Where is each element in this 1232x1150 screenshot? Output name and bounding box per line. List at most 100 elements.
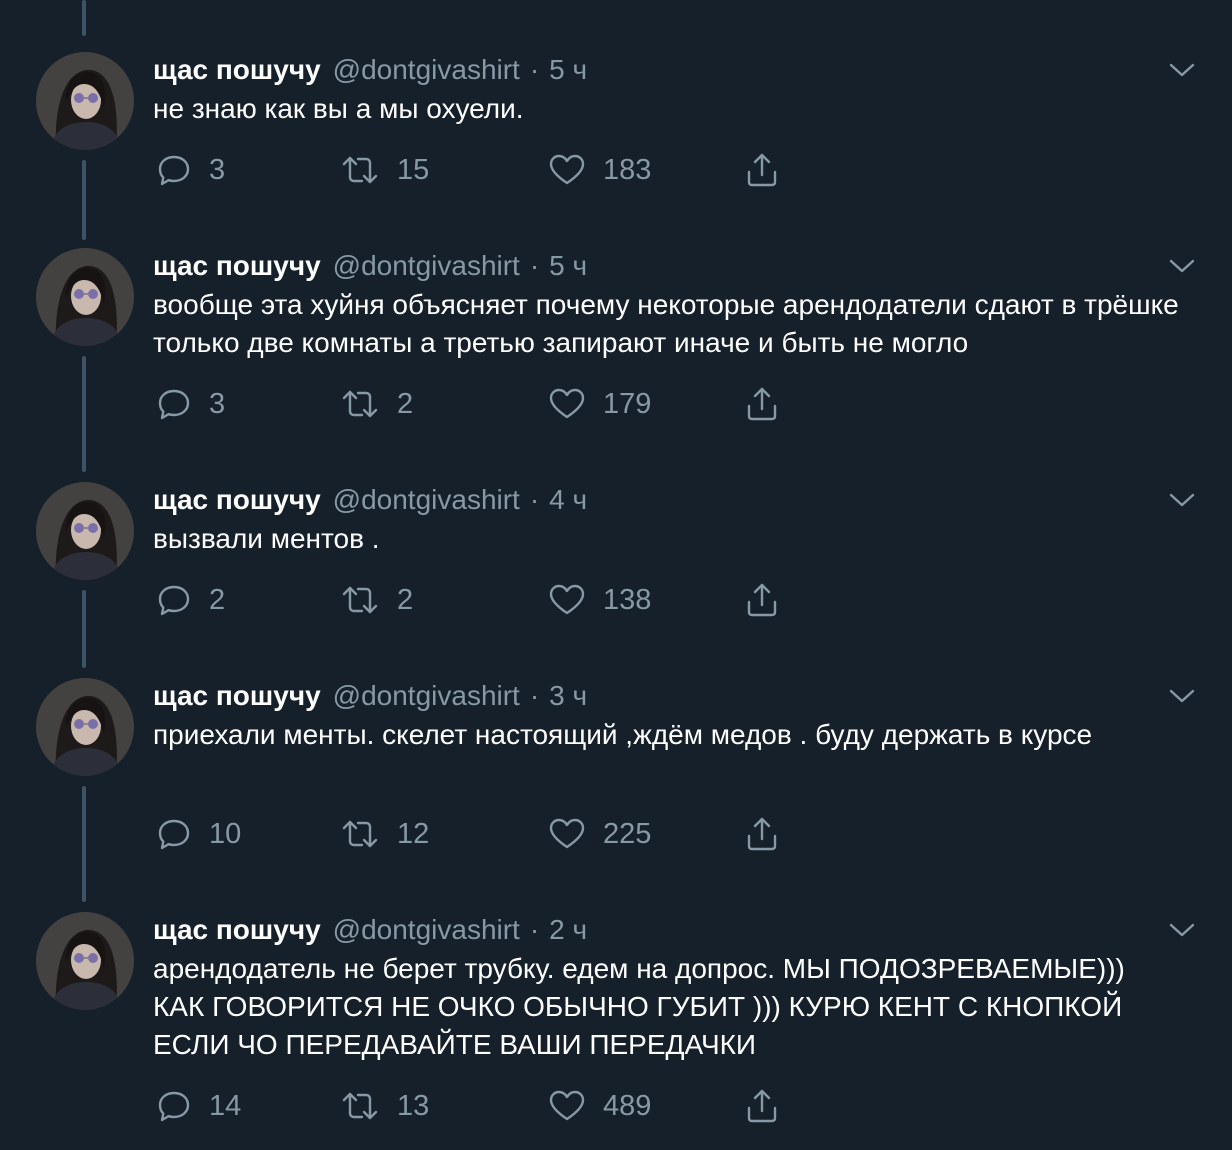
like-button[interactable]: 179 bbox=[549, 384, 651, 424]
timestamp[interactable]: 3 ч bbox=[549, 678, 587, 714]
tweet-text: приехали менты. скелет настоящий ,ждём м… bbox=[153, 719, 1093, 750]
reply-count: 10 bbox=[209, 817, 242, 850]
like-icon bbox=[549, 584, 585, 615]
user-handle[interactable]: @dontgivashirt bbox=[333, 482, 520, 518]
avatar[interactable] bbox=[36, 248, 134, 346]
display-name[interactable]: щас пошучу bbox=[153, 482, 321, 518]
share-icon bbox=[747, 153, 777, 187]
reply-icon bbox=[158, 389, 190, 420]
share-icon bbox=[747, 817, 777, 851]
display-name[interactable]: щас пошучу bbox=[153, 52, 321, 88]
user-handle[interactable]: @dontgivashirt bbox=[333, 248, 520, 284]
retweet-icon bbox=[342, 156, 378, 184]
avatar[interactable] bbox=[36, 52, 134, 150]
retweet-icon bbox=[342, 1092, 378, 1120]
avatar[interactable] bbox=[36, 678, 134, 776]
retweet-button[interactable]: 13 bbox=[341, 1086, 429, 1126]
tweet-header: щас пошучу @dontgivashirt · 5 ч bbox=[153, 52, 587, 88]
retweet-count: 2 bbox=[397, 387, 414, 420]
retweet-count: 12 bbox=[397, 817, 430, 850]
reply-button[interactable]: 2 bbox=[157, 580, 225, 620]
like-icon bbox=[549, 818, 585, 849]
retweet-icon bbox=[342, 820, 378, 848]
reply-button[interactable]: 3 bbox=[157, 150, 225, 190]
like-button[interactable]: 225 bbox=[549, 814, 651, 854]
like-count: 489 bbox=[603, 1089, 652, 1122]
avatar[interactable] bbox=[36, 482, 134, 580]
tweet[interactable]: щас пошучу @dontgivashirt · 5 ч не знаю … bbox=[0, 52, 1232, 202]
action-bar: 14 13 489 bbox=[153, 1086, 853, 1126]
like-count: 225 bbox=[603, 817, 652, 850]
share-icon bbox=[747, 583, 777, 617]
like-button[interactable]: 489 bbox=[549, 1086, 651, 1126]
user-handle[interactable]: @dontgivashirt bbox=[333, 52, 520, 88]
separator-dot: · bbox=[529, 914, 540, 945]
tweet[interactable]: щас пошучу @dontgivashirt · 2 ч арендода… bbox=[0, 912, 1232, 1140]
retweet-count: 2 bbox=[397, 583, 414, 616]
tweet-text: вообще эта хуйня объясняет почему некото… bbox=[153, 289, 1187, 358]
reply-button[interactable]: 10 bbox=[157, 814, 241, 854]
reply-count: 3 bbox=[209, 387, 226, 420]
avatar[interactable] bbox=[36, 912, 134, 1010]
tweet-text: вызвали ментов . bbox=[153, 523, 380, 554]
action-bar: 2 2 138 bbox=[153, 580, 853, 620]
like-button[interactable]: 138 bbox=[549, 580, 651, 620]
chevron-down-icon[interactable] bbox=[1168, 916, 1196, 944]
retweet-button[interactable]: 15 bbox=[341, 150, 429, 190]
retweet-count: 13 bbox=[397, 1089, 430, 1122]
retweet-count: 15 bbox=[397, 153, 430, 186]
like-icon bbox=[549, 1090, 585, 1121]
retweet-button[interactable]: 2 bbox=[341, 580, 413, 620]
retweet-icon bbox=[342, 390, 378, 418]
reply-button[interactable]: 3 bbox=[157, 384, 225, 424]
like-button[interactable]: 183 bbox=[549, 150, 651, 190]
share-button[interactable] bbox=[745, 580, 779, 620]
timestamp[interactable]: 5 ч bbox=[549, 248, 587, 284]
like-count: 138 bbox=[603, 583, 652, 616]
retweet-button[interactable]: 12 bbox=[341, 814, 429, 854]
reply-count: 14 bbox=[209, 1089, 242, 1122]
retweet-icon bbox=[342, 586, 378, 614]
action-bar: 3 2 179 bbox=[153, 384, 853, 424]
action-bar: 3 15 183 bbox=[153, 150, 853, 190]
chevron-down-icon[interactable] bbox=[1168, 252, 1196, 280]
reply-icon bbox=[158, 1091, 190, 1122]
tweet-header: щас пошучу @dontgivashirt · 3 ч bbox=[153, 678, 587, 714]
share-button[interactable] bbox=[745, 150, 779, 190]
display-name[interactable]: щас пошучу bbox=[153, 912, 321, 948]
timestamp[interactable]: 4 ч bbox=[549, 482, 587, 518]
tweet[interactable]: щас пошучу @dontgivashirt · 5 ч вообще э… bbox=[0, 248, 1232, 434]
separator-dot: · bbox=[529, 250, 540, 281]
user-handle[interactable]: @dontgivashirt bbox=[333, 678, 520, 714]
tweet-header: щас пошучу @dontgivashirt · 2 ч bbox=[153, 912, 587, 948]
retweet-button[interactable]: 2 bbox=[341, 384, 413, 424]
reply-icon bbox=[158, 585, 190, 616]
like-count: 179 bbox=[603, 387, 652, 420]
share-button[interactable] bbox=[745, 814, 779, 854]
share-button[interactable] bbox=[745, 1086, 779, 1126]
tweet-text: не знаю как вы а мы охуели. bbox=[153, 93, 524, 124]
tweet-header: щас пошучу @dontgivashirt · 5 ч bbox=[153, 248, 587, 284]
tweet[interactable]: щас пошучу @dontgivashirt · 4 ч вызвали … bbox=[0, 482, 1232, 632]
reply-icon bbox=[158, 819, 190, 850]
share-icon bbox=[747, 387, 777, 421]
reply-button[interactable]: 14 bbox=[157, 1086, 241, 1126]
tweet-header: щас пошучу @dontgivashirt · 4 ч bbox=[153, 482, 587, 518]
reply-count: 2 bbox=[209, 583, 226, 616]
like-icon bbox=[549, 388, 585, 419]
share-button[interactable] bbox=[745, 384, 779, 424]
tweet[interactable]: щас пошучу @dontgivashirt · 3 ч приехали… bbox=[0, 678, 1232, 864]
timestamp[interactable]: 2 ч bbox=[549, 912, 587, 948]
user-handle[interactable]: @dontgivashirt bbox=[333, 912, 520, 948]
chevron-down-icon[interactable] bbox=[1168, 682, 1196, 710]
separator-dot: · bbox=[529, 54, 540, 85]
like-icon bbox=[549, 154, 585, 185]
display-name[interactable]: щас пошучу bbox=[153, 678, 321, 714]
timestamp[interactable]: 5 ч bbox=[549, 52, 587, 88]
chevron-down-icon[interactable] bbox=[1168, 486, 1196, 514]
share-icon bbox=[747, 1089, 777, 1123]
display-name[interactable]: щас пошучу bbox=[153, 248, 321, 284]
like-count: 183 bbox=[603, 153, 652, 186]
chevron-down-icon[interactable] bbox=[1168, 56, 1196, 84]
tweet-text: арендодатель не берет трубку. едем на до… bbox=[153, 953, 1133, 1060]
